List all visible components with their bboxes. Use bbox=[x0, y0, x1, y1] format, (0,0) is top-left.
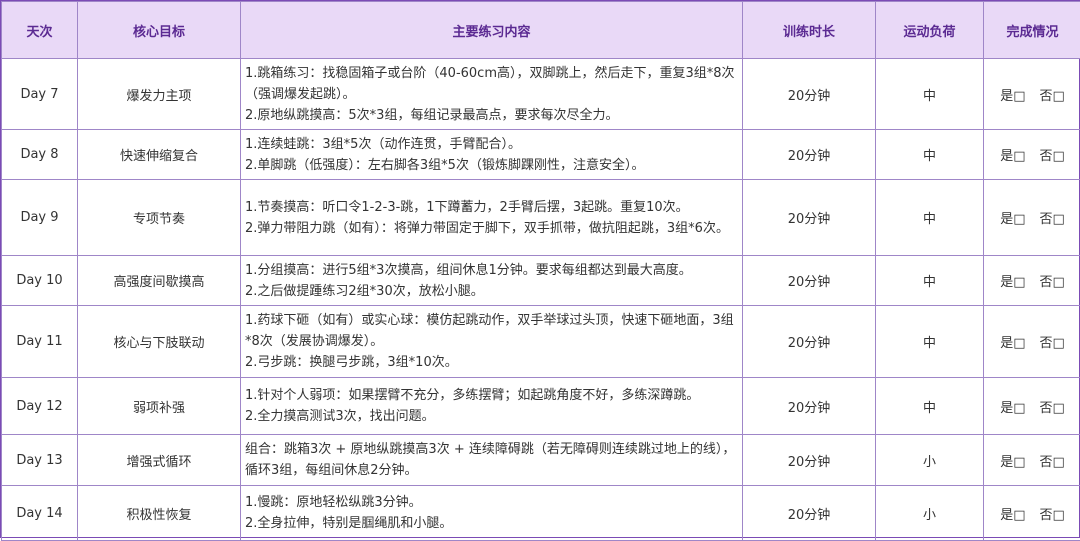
content-line: 1.节奏摸高：听口令1-2-3-跳，1下蹲蓄力，2手臂后摆，3起跳。重复10次。 bbox=[245, 197, 738, 218]
completion-cell: 是□ 否□ bbox=[984, 306, 1080, 378]
load-cell: 小 bbox=[876, 486, 984, 541]
yes-checkbox[interactable]: 是□ bbox=[1000, 145, 1025, 164]
table-row: Day 10 高强度间歇摸高 1.分组摸高：进行5组*3次摸高，组间休息1分钟。… bbox=[2, 256, 1080, 306]
content-line: 1.连续蛙跳：3组*5次（动作连贯，手臂配合）。 bbox=[245, 134, 738, 155]
content-cell: 1.针对个人弱项：如果摆臂不充分，多练摆臂；如起跳角度不好，多练深蹲跳。 2.全… bbox=[241, 378, 743, 435]
goal-cell: 增强式循环 bbox=[78, 435, 241, 486]
day-cell: Day 13 bbox=[2, 435, 78, 486]
no-checkbox[interactable]: 否□ bbox=[1040, 271, 1065, 290]
header-content: 主要练习内容 bbox=[241, 2, 743, 59]
no-checkbox[interactable]: 否□ bbox=[1040, 397, 1065, 416]
no-checkbox[interactable]: 否□ bbox=[1040, 208, 1065, 227]
no-checkbox[interactable]: 否□ bbox=[1040, 451, 1065, 470]
content-line: 1.针对个人弱项：如果摆臂不充分，多练摆臂；如起跳角度不好，多练深蹲跳。 bbox=[245, 385, 738, 406]
content-line: 2.全身拉伸，特别是腘绳肌和小腿。 bbox=[245, 513, 738, 534]
table-row: Day 11 核心与下肢联动 1.药球下砸（如有）或实心球：模仿起跳动作，双手举… bbox=[2, 306, 1080, 378]
content-line: 2.全力摸高测试3次，找出问题。 bbox=[245, 406, 738, 427]
no-checkbox[interactable]: 否□ bbox=[1040, 145, 1065, 164]
load-cell: 中 bbox=[876, 378, 984, 435]
load-cell: 中 bbox=[876, 130, 984, 180]
content-line: 1.慢跳：原地轻松纵跳3分钟。 bbox=[245, 492, 738, 513]
duration-cell: 20分钟 bbox=[743, 59, 876, 130]
yes-checkbox[interactable]: 是□ bbox=[1000, 504, 1025, 523]
load-cell: 小 bbox=[876, 435, 984, 486]
completion-cell: 是□ 否□ bbox=[984, 180, 1080, 256]
completion-cell: 是□ 否□ bbox=[984, 486, 1080, 541]
goal-cell: 积极性恢复 bbox=[78, 486, 241, 541]
content-cell: 组合：跳箱3次 + 原地纵跳摸高3次 + 连续障碍跳（若无障碍则连续跳过地上的线… bbox=[241, 435, 743, 486]
training-plan-table-container: 天次 核心目标 主要练习内容 训练时长 运动负荷 完成情况 Day 7 爆发力主… bbox=[0, 0, 1080, 538]
header-duration: 训练时长 bbox=[743, 2, 876, 59]
table-row: Day 12 弱项补强 1.针对个人弱项：如果摆臂不充分，多练摆臂；如起跳角度不… bbox=[2, 378, 1080, 435]
no-checkbox[interactable]: 否□ bbox=[1040, 504, 1065, 523]
content-cell: 1.节奏摸高：听口令1-2-3-跳，1下蹲蓄力，2手臂后摆，3起跳。重复10次。… bbox=[241, 180, 743, 256]
content-cell: 1.跳箱练习：找稳固箱子或台阶（40-60cm高），双脚跳上，然后走下，重复3组… bbox=[241, 59, 743, 130]
content-cell: 1.连续蛙跳：3组*5次（动作连贯，手臂配合）。 2.单脚跳（低强度）：左右脚各… bbox=[241, 130, 743, 180]
day-cell: Day 11 bbox=[2, 306, 78, 378]
load-cell: 中 bbox=[876, 306, 984, 378]
content-cell: 1.慢跳：原地轻松纵跳3分钟。 2.全身拉伸，特别是腘绳肌和小腿。 bbox=[241, 486, 743, 541]
header-completion: 完成情况 bbox=[984, 2, 1080, 59]
duration-cell: 20分钟 bbox=[743, 256, 876, 306]
header-load: 运动负荷 bbox=[876, 2, 984, 59]
table-row: Day 13 增强式循环 组合：跳箱3次 + 原地纵跳摸高3次 + 连续障碍跳（… bbox=[2, 435, 1080, 486]
load-cell: 中 bbox=[876, 256, 984, 306]
day-cell: Day 9 bbox=[2, 180, 78, 256]
table-header-row: 天次 核心目标 主要练习内容 训练时长 运动负荷 完成情况 bbox=[2, 2, 1080, 59]
content-line: 1.分组摸高：进行5组*3次摸高，组间休息1分钟。要求每组都达到最大高度。 bbox=[245, 260, 738, 281]
duration-cell: 20分钟 bbox=[743, 306, 876, 378]
completion-cell: 是□ 否□ bbox=[984, 59, 1080, 130]
yes-checkbox[interactable]: 是□ bbox=[1000, 208, 1025, 227]
content-line: 1.跳箱练习：找稳固箱子或台阶（40-60cm高），双脚跳上，然后走下，重复3组… bbox=[245, 63, 738, 105]
day-cell: Day 7 bbox=[2, 59, 78, 130]
goal-cell: 核心与下肢联动 bbox=[78, 306, 241, 378]
load-cell: 中 bbox=[876, 59, 984, 130]
goal-cell: 快速伸缩复合 bbox=[78, 130, 241, 180]
table-row: Day 14 积极性恢复 1.慢跳：原地轻松纵跳3分钟。 2.全身拉伸，特别是腘… bbox=[2, 486, 1080, 541]
completion-cell: 是□ 否□ bbox=[984, 378, 1080, 435]
content-line: 2.原地纵跳摸高：5次*3组，每组记录最高点，要求每次尽全力。 bbox=[245, 105, 738, 126]
duration-cell: 20分钟 bbox=[743, 378, 876, 435]
day-cell: Day 8 bbox=[2, 130, 78, 180]
duration-cell: 20分钟 bbox=[743, 435, 876, 486]
table-row: Day 8 快速伸缩复合 1.连续蛙跳：3组*5次（动作连贯，手臂配合）。 2.… bbox=[2, 130, 1080, 180]
table-row: Day 9 专项节奏 1.节奏摸高：听口令1-2-3-跳，1下蹲蓄力，2手臂后摆… bbox=[2, 180, 1080, 256]
yes-checkbox[interactable]: 是□ bbox=[1000, 271, 1025, 290]
completion-cell: 是□ 否□ bbox=[984, 130, 1080, 180]
content-line: 1.药球下砸（如有）或实心球：模仿起跳动作，双手举球过头顶，快速下砸地面，3组*… bbox=[245, 310, 738, 352]
content-line: 2.弹力带阻力跳（如有）：将弹力带固定于脚下，双手抓带，做抗阻起跳，3组*6次。 bbox=[245, 218, 738, 239]
no-checkbox[interactable]: 否□ bbox=[1040, 332, 1065, 351]
completion-cell: 是□ 否□ bbox=[984, 256, 1080, 306]
completion-cell: 是□ 否□ bbox=[984, 435, 1080, 486]
content-line: 2.弓步跳：换腿弓步跳，3组*10次。 bbox=[245, 352, 738, 373]
day-cell: Day 14 bbox=[2, 486, 78, 541]
duration-cell: 20分钟 bbox=[743, 130, 876, 180]
content-line: 2.之后做提踵练习2组*30次，放松小腿。 bbox=[245, 281, 738, 302]
load-cell: 中 bbox=[876, 180, 984, 256]
content-cell: 1.药球下砸（如有）或实心球：模仿起跳动作，双手举球过头顶，快速下砸地面，3组*… bbox=[241, 306, 743, 378]
content-cell: 1.分组摸高：进行5组*3次摸高，组间休息1分钟。要求每组都达到最大高度。 2.… bbox=[241, 256, 743, 306]
no-checkbox[interactable]: 否□ bbox=[1040, 85, 1065, 104]
yes-checkbox[interactable]: 是□ bbox=[1000, 332, 1025, 351]
content-line: 组合：跳箱3次 + 原地纵跳摸高3次 + 连续障碍跳（若无障碍则连续跳过地上的线… bbox=[245, 439, 738, 481]
goal-cell: 弱项补强 bbox=[78, 378, 241, 435]
goal-cell: 高强度间歇摸高 bbox=[78, 256, 241, 306]
duration-cell: 20分钟 bbox=[743, 180, 876, 256]
day-cell: Day 12 bbox=[2, 378, 78, 435]
table-row: Day 7 爆发力主项 1.跳箱练习：找稳固箱子或台阶（40-60cm高），双脚… bbox=[2, 59, 1080, 130]
goal-cell: 专项节奏 bbox=[78, 180, 241, 256]
yes-checkbox[interactable]: 是□ bbox=[1000, 451, 1025, 470]
day-cell: Day 10 bbox=[2, 256, 78, 306]
duration-cell: 20分钟 bbox=[743, 486, 876, 541]
header-goal: 核心目标 bbox=[78, 2, 241, 59]
header-day: 天次 bbox=[2, 2, 78, 59]
goal-cell: 爆发力主项 bbox=[78, 59, 241, 130]
yes-checkbox[interactable]: 是□ bbox=[1000, 397, 1025, 416]
training-plan-table: 天次 核心目标 主要练习内容 训练时长 运动负荷 完成情况 Day 7 爆发力主… bbox=[1, 1, 1080, 541]
yes-checkbox[interactable]: 是□ bbox=[1000, 85, 1025, 104]
content-line: 2.单脚跳（低强度）：左右脚各3组*5次（锻炼脚踝刚性，注意安全）。 bbox=[245, 155, 738, 176]
